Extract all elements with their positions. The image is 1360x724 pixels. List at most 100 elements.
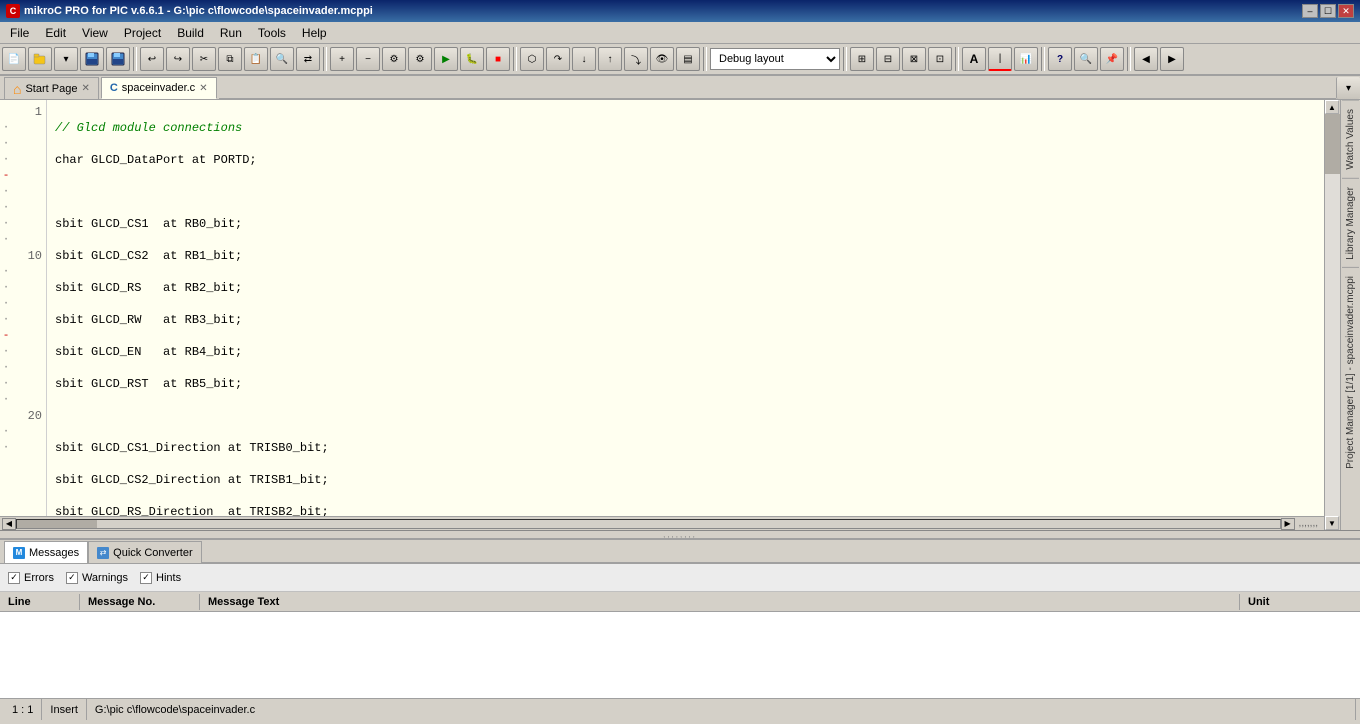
code-content[interactable]: · · · · - · · · · · · · · · - · · · · · bbox=[0, 100, 1324, 516]
memmap-btn[interactable]: ▤ bbox=[676, 47, 700, 71]
forward-btn[interactable]: ▶ bbox=[1160, 47, 1184, 71]
titlebar: C mikroC PRO for PIC v.6.6.1 - G:\pic c\… bbox=[0, 0, 1360, 22]
menu-file[interactable]: File bbox=[2, 23, 37, 43]
layout1-btn[interactable]: ⊞ bbox=[850, 47, 874, 71]
open-dropdown[interactable]: ▾ bbox=[54, 47, 78, 71]
config-btn[interactable]: ⚙ bbox=[382, 47, 406, 71]
debug-btn[interactable]: 🐛 bbox=[460, 47, 484, 71]
chart-btn[interactable]: 📊 bbox=[1014, 47, 1038, 71]
add-btn[interactable]: + bbox=[330, 47, 354, 71]
status-path: G:\pic c\flowcode\spaceinvader.c bbox=[87, 699, 1356, 720]
layout-dropdown[interactable]: Debug layout bbox=[710, 48, 840, 70]
cut-button[interactable]: ✂ bbox=[192, 47, 216, 71]
redo-button[interactable]: ↪ bbox=[166, 47, 190, 71]
watch-values-panel[interactable]: Watch Values bbox=[1342, 100, 1359, 178]
menu-build[interactable]: Build bbox=[169, 23, 212, 43]
pin-btn[interactable]: 📌 bbox=[1100, 47, 1124, 71]
tab-spaceinvader-close[interactable]: ✕ bbox=[199, 83, 207, 94]
copy-button[interactable]: ⧉ bbox=[218, 47, 242, 71]
open-button[interactable] bbox=[28, 47, 52, 71]
tab-start-page[interactable]: ⌂ Start Page ✕ bbox=[4, 77, 99, 99]
quick-converter-icon: ⇄ bbox=[97, 547, 109, 559]
stepout-btn[interactable]: ↑ bbox=[598, 47, 622, 71]
sep1 bbox=[133, 47, 137, 71]
paste-button[interactable]: 📋 bbox=[244, 47, 268, 71]
minimize-button[interactable]: – bbox=[1302, 4, 1318, 18]
tabbar-spacer bbox=[219, 98, 1336, 99]
menu-view[interactable]: View bbox=[74, 23, 116, 43]
vscroll-up[interactable]: ▲ bbox=[1325, 100, 1339, 114]
hscroll-right[interactable]: ▶ bbox=[1281, 518, 1295, 530]
vscroll-down[interactable]: ▼ bbox=[1325, 516, 1339, 530]
warnings-checkbox[interactable] bbox=[66, 572, 78, 584]
menubar: File Edit View Project Build Run Tools H… bbox=[0, 22, 1360, 44]
breakpoint-btn[interactable]: ⬡ bbox=[520, 47, 544, 71]
run-to-btn[interactable]: ⤵ bbox=[624, 47, 648, 71]
window-title: mikroC PRO for PIC v.6.6.1 - G:\pic c\fl… bbox=[24, 5, 373, 17]
run-btn[interactable]: ▶ bbox=[434, 47, 458, 71]
layout4-btn[interactable]: ⊡ bbox=[928, 47, 952, 71]
resize-handle: ,,,,,,, bbox=[1295, 518, 1322, 529]
restore-button[interactable]: ☐ bbox=[1320, 4, 1336, 18]
tab-messages[interactable]: M Messages bbox=[4, 541, 88, 563]
save-button[interactable] bbox=[80, 47, 104, 71]
filter-bar: Errors Warnings Hints bbox=[0, 564, 1360, 592]
hscroll-thumb[interactable] bbox=[17, 520, 97, 528]
message-table: Line Message No. Message Text Unit bbox=[0, 592, 1360, 698]
menu-project[interactable]: Project bbox=[116, 23, 169, 43]
horizontal-scrollbar[interactable]: ◀ ▶ ,,,,,,, bbox=[0, 516, 1324, 530]
line-numbers: 1 10 20 bbox=[12, 100, 47, 516]
tab-scroll-right[interactable]: ▾ bbox=[1336, 77, 1360, 99]
find-button[interactable]: 🔍 bbox=[270, 47, 294, 71]
remove-btn[interactable]: − bbox=[356, 47, 380, 71]
menu-edit[interactable]: Edit bbox=[37, 23, 74, 43]
layout2-btn[interactable]: ⊟ bbox=[876, 47, 900, 71]
hscroll-track[interactable] bbox=[16, 519, 1281, 529]
code-area[interactable]: // Glcd module connections char GLCD_Dat… bbox=[47, 100, 1324, 516]
help-btn[interactable]: ? bbox=[1048, 47, 1072, 71]
new-button[interactable]: 📄 bbox=[2, 47, 26, 71]
undo-button[interactable]: ↩ bbox=[140, 47, 164, 71]
bottom-tabbar-spacer bbox=[202, 562, 1360, 563]
sep3 bbox=[513, 47, 517, 71]
stop-btn[interactable]: ■ bbox=[486, 47, 510, 71]
menu-run[interactable]: Run bbox=[212, 23, 250, 43]
menu-tools[interactable]: Tools bbox=[250, 23, 294, 43]
tab-spaceinvader[interactable]: C spaceinvader.c ✕ bbox=[101, 77, 217, 99]
stepin-btn[interactable]: ↓ bbox=[572, 47, 596, 71]
filter-hints[interactable]: Hints bbox=[140, 572, 181, 584]
errors-checkbox[interactable] bbox=[8, 572, 20, 584]
col-line-label: Line bbox=[8, 596, 31, 608]
stepover-btn[interactable]: ↷ bbox=[546, 47, 570, 71]
vertical-scrollbar[interactable]: ▲ ▼ bbox=[1324, 100, 1340, 530]
menu-help[interactable]: Help bbox=[294, 23, 335, 43]
tab-start-page-close[interactable]: ✕ bbox=[81, 83, 89, 94]
back-btn[interactable]: ◀ bbox=[1134, 47, 1158, 71]
titlebar-left: C mikroC PRO for PIC v.6.6.1 - G:\pic c\… bbox=[6, 4, 373, 18]
config-btn2[interactable]: ⚙ bbox=[408, 47, 432, 71]
filter-warnings[interactable]: Warnings bbox=[66, 572, 128, 584]
drag-resize[interactable]: ,,,,,,,, bbox=[0, 530, 1360, 538]
save-all-button[interactable] bbox=[106, 47, 130, 71]
layout3-btn[interactable]: ⊠ bbox=[902, 47, 926, 71]
project-manager-panel[interactable]: Project Manager [1/1] - spaceinvader.mcp… bbox=[1342, 267, 1359, 477]
editor-mode: Insert bbox=[50, 704, 78, 716]
font-b-btn[interactable]: | bbox=[988, 47, 1012, 71]
search2-btn[interactable]: 🔍 bbox=[1074, 47, 1098, 71]
close-button[interactable]: ✕ bbox=[1338, 4, 1354, 18]
tab-quick-converter[interactable]: ⇄ Quick Converter bbox=[88, 541, 201, 563]
hscroll-left[interactable]: ◀ bbox=[2, 518, 16, 530]
message-rows bbox=[0, 612, 1360, 672]
hints-checkbox[interactable] bbox=[140, 572, 152, 584]
library-manager-panel[interactable]: Library Manager bbox=[1342, 178, 1359, 268]
font-a-btn[interactable]: A bbox=[962, 47, 986, 71]
watch-btn[interactable]: 👁 bbox=[650, 47, 674, 71]
tab-quick-converter-label: Quick Converter bbox=[113, 547, 192, 559]
vscroll-thumb[interactable] bbox=[1325, 114, 1340, 174]
filter-errors[interactable]: Errors bbox=[8, 572, 54, 584]
replace-button[interactable]: ⇄ bbox=[296, 47, 320, 71]
vscroll-track[interactable] bbox=[1325, 114, 1340, 516]
col-msgtext-label: Message Text bbox=[208, 596, 279, 608]
tab-start-page-label: Start Page bbox=[25, 83, 77, 95]
statusbar: 1 : 1 Insert G:\pic c\flowcode\spaceinva… bbox=[0, 698, 1360, 720]
